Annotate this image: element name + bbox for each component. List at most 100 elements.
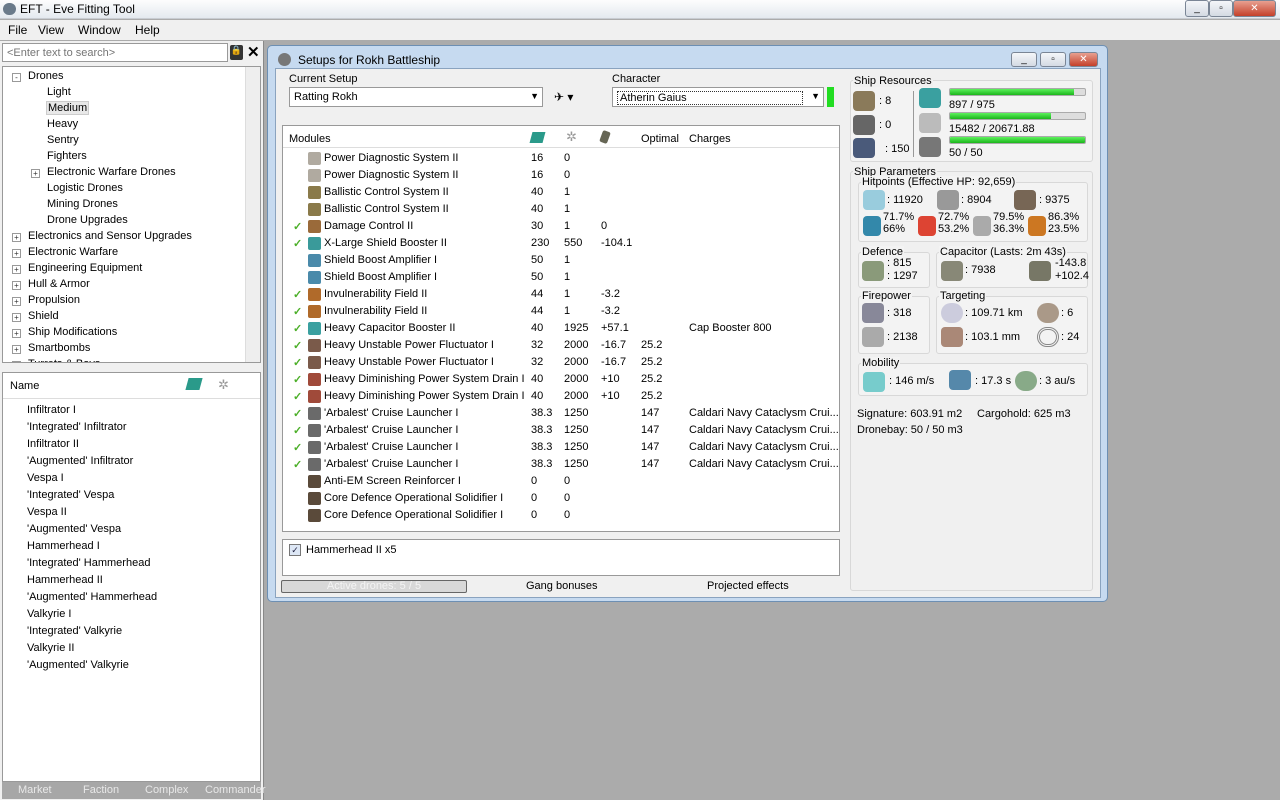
powergrid-column-icon[interactable]: ✲	[566, 129, 577, 145]
tab-faction[interactable]: Faction	[83, 784, 119, 796]
search-input[interactable]	[2, 43, 228, 62]
expand-toggle-icon[interactable]: -	[12, 73, 21, 82]
tree-item[interactable]: Shield	[28, 310, 59, 322]
table-row[interactable]: ✓ Damage Control II 30 1 0	[283, 218, 823, 235]
table-row[interactable]: Ballistic Control System II 40 1	[283, 184, 823, 201]
table-row[interactable]: ✓ Invulnerability Field II 44 1 -3.2	[283, 303, 823, 320]
tree-item[interactable]: Turrets & Bays	[28, 358, 100, 362]
active-check-icon[interactable]: ✓	[293, 373, 302, 386]
capacitor-column-icon[interactable]	[599, 129, 611, 145]
table-row[interactable]: Ballistic Control System II 40 1	[283, 201, 823, 218]
tree-item[interactable]: Medium	[45, 101, 90, 115]
drone-options-button[interactable]: ✈ ▾	[554, 90, 573, 104]
active-check-icon[interactable]: ✓	[293, 288, 302, 301]
tree-item[interactable]: Smartbombs	[28, 342, 90, 354]
close-button[interactable]: ✕	[1233, 0, 1276, 17]
clear-search-icon[interactable]: ✕	[247, 43, 260, 61]
lock-icon[interactable]: 🔒	[230, 45, 243, 60]
expand-toggle-icon[interactable]: +	[12, 265, 21, 274]
character-select[interactable]: Atherin Gaius ▼	[612, 87, 824, 107]
table-row[interactable]: Power Diagnostic System II 16 0	[283, 150, 823, 167]
list-item[interactable]: 'Augmented' Infiltrator	[27, 455, 133, 467]
child-maximize-button[interactable]: ▫	[1040, 52, 1066, 67]
tree-item[interactable]: Heavy	[47, 118, 78, 130]
list-item[interactable]: Valkyrie II	[27, 642, 74, 654]
table-row[interactable]: ✓ Heavy Unstable Power Fluctuator I 32 2000…	[283, 354, 823, 371]
list-item[interactable]: Hammerhead I	[27, 540, 100, 552]
active-check-icon[interactable]: ✓	[293, 322, 302, 335]
table-row[interactable]: ✓ Invulnerability Field II 44 1 -3.2	[283, 286, 823, 303]
table-row[interactable]: Shield Boost Amplifier I 50 1	[283, 269, 823, 286]
table-row[interactable]: ✓ 'Arbalest' Cruise Launcher I 38.3 1250 147…	[283, 405, 839, 422]
column-name[interactable]: Name	[10, 380, 39, 392]
active-check-icon[interactable]: ✓	[293, 356, 302, 369]
menu-view[interactable]: View	[38, 23, 64, 37]
drone-checkbox[interactable]: ✓	[289, 544, 301, 556]
active-check-icon[interactable]: ✓	[293, 424, 302, 437]
active-check-icon[interactable]: ✓	[293, 305, 302, 318]
tree-item[interactable]: Electronic Warfare Drones	[47, 166, 176, 178]
minimize-button[interactable]: _	[1185, 0, 1209, 17]
tab-gang-bonuses[interactable]: Gang bonuses	[526, 580, 598, 592]
tree-item[interactable]: Hull & Armor	[28, 278, 90, 290]
tree-item[interactable]: Propulsion	[28, 294, 80, 306]
tab-commander[interactable]: Commander	[205, 784, 266, 796]
expand-toggle-icon[interactable]: +	[12, 313, 21, 322]
expand-toggle-icon[interactable]: +	[12, 297, 21, 306]
active-check-icon[interactable]: ✓	[293, 220, 302, 233]
tree-item[interactable]: Drones	[28, 70, 63, 82]
tree-item[interactable]: Electronic Warfare	[28, 246, 118, 258]
active-check-icon[interactable]: ✓	[293, 390, 302, 403]
child-close-button[interactable]: ✕	[1069, 52, 1098, 67]
cpu-column-icon[interactable]	[529, 132, 546, 143]
expand-toggle-icon[interactable]: +	[12, 361, 21, 362]
table-row[interactable]: Core Defence Operational Solidifier I 0 0	[283, 507, 823, 524]
table-row[interactable]: ✓ Heavy Diminishing Power System Drain I 4…	[283, 388, 823, 405]
tab-active-drones[interactable]: Active drones: 5 / 5	[281, 580, 467, 593]
tree-scrollbar[interactable]	[245, 67, 260, 362]
current-setup-select[interactable]: Ratting Rokh ▼	[289, 87, 543, 107]
expand-toggle-icon[interactable]: +	[12, 249, 21, 258]
active-check-icon[interactable]: ✓	[293, 458, 302, 471]
menu-window[interactable]: Window	[78, 23, 121, 37]
column-modules[interactable]: Modules	[289, 133, 331, 145]
child-minimize-button[interactable]: _	[1011, 52, 1037, 67]
active-check-icon[interactable]: ✓	[293, 339, 302, 352]
tree-item[interactable]: Electronics and Sensor Upgrades	[28, 230, 192, 242]
table-row[interactable]: ✓ 'Arbalest' Cruise Launcher I 38.3 1250 147…	[283, 439, 839, 456]
tree-item[interactable]: Mining Drones	[47, 198, 118, 210]
list-item[interactable]: 'Integrated' Vespa	[27, 489, 114, 501]
tree-item[interactable]: Light	[47, 86, 71, 98]
expand-toggle-icon[interactable]: +	[12, 281, 21, 290]
tab-complex[interactable]: Complex	[145, 784, 188, 796]
tree-item[interactable]: Drone Upgrades	[47, 214, 128, 226]
expand-toggle-icon[interactable]: +	[12, 345, 21, 354]
list-item[interactable]: 'Augmented' Valkyrie	[27, 659, 129, 671]
list-item[interactable]: Valkyrie I	[27, 608, 71, 620]
tab-market[interactable]: Market	[18, 784, 52, 796]
tree-item[interactable]: Logistic Drones	[47, 182, 123, 194]
tree-item[interactable]: Engineering Equipment	[28, 262, 142, 274]
maximize-button[interactable]: ▫	[1209, 0, 1233, 17]
list-item[interactable]: 'Augmented' Vespa	[27, 523, 121, 535]
tab-projected-effects[interactable]: Projected effects	[707, 580, 789, 592]
menu-file[interactable]: File	[8, 23, 27, 37]
table-row[interactable]: ✓ Heavy Unstable Power Fluctuator I 32 2000…	[283, 337, 823, 354]
expand-toggle-icon[interactable]: +	[12, 233, 21, 242]
drone-item[interactable]: Hammerhead II x5	[306, 544, 396, 556]
list-item[interactable]: Infiltrator I	[27, 404, 76, 416]
tree-item[interactable]: Sentry	[47, 134, 79, 146]
list-item[interactable]: 'Integrated' Hammerhead	[27, 557, 150, 569]
table-row[interactable]: ✓ Heavy Capacitor Booster II 40 1925 +57.1 Ca…	[283, 320, 823, 337]
table-row[interactable]: ✓ X-Large Shield Booster II 230 550 -104.1	[283, 235, 823, 252]
table-row[interactable]: Power Diagnostic System II 16 0	[283, 167, 823, 184]
table-row[interactable]: ✓ 'Arbalest' Cruise Launcher I 38.3 1250 147…	[283, 456, 839, 473]
active-check-icon[interactable]: ✓	[293, 237, 302, 250]
active-check-icon[interactable]: ✓	[293, 407, 302, 420]
list-item[interactable]: 'Augmented' Hammerhead	[27, 591, 157, 603]
tree-item[interactable]: Fighters	[47, 150, 87, 162]
expand-toggle-icon[interactable]: +	[31, 169, 40, 178]
list-item[interactable]: 'Integrated' Valkyrie	[27, 625, 122, 637]
table-row[interactable]: ✓ Heavy Diminishing Power System Drain I 4…	[283, 371, 823, 388]
column-charges[interactable]: Charges	[689, 133, 731, 145]
